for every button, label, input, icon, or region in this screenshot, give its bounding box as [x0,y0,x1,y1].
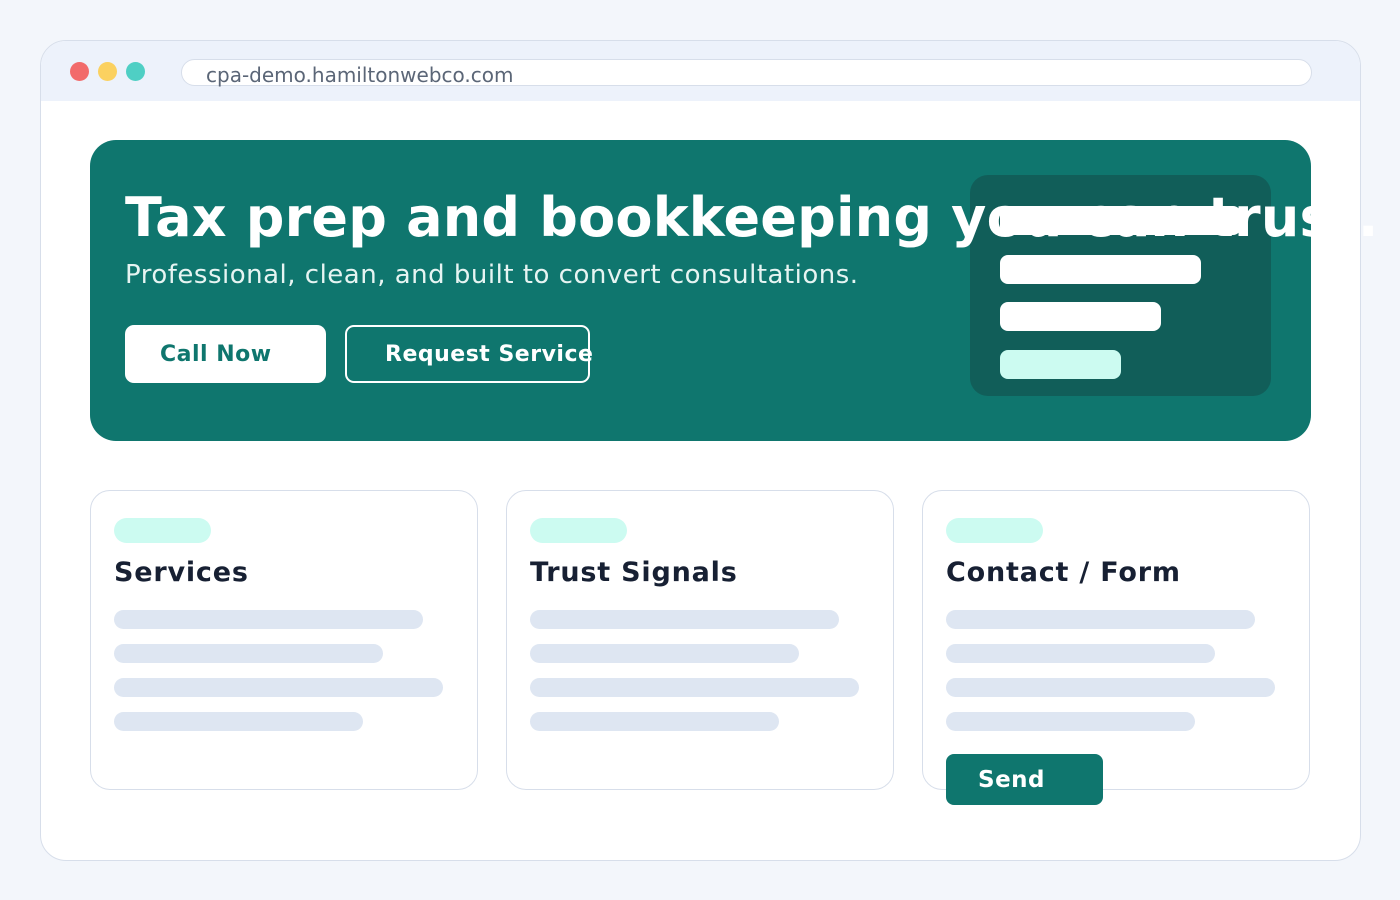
illustration-line [1000,302,1161,331]
placeholder-line [114,712,363,731]
card-tag-pill [946,518,1043,543]
maximize-window-dot[interactable] [126,62,145,81]
browser-titlebar: cpa-demo.hamiltonwebco.com [41,41,1360,101]
form-field-placeholder [946,678,1275,697]
card-tag-pill [114,518,211,543]
request-service-button[interactable]: Request Service [345,325,593,383]
send-button[interactable]: Send [946,754,1103,805]
illustration-line [1000,255,1201,284]
placeholder-line [114,644,383,663]
placeholder-line [530,712,779,731]
card-title: Trust Signals [530,557,738,588]
form-field-placeholder [946,644,1215,663]
placeholder-line [530,644,799,663]
form-field-placeholder [946,712,1195,731]
address-bar[interactable]: cpa-demo.hamiltonwebco.com [181,59,1312,87]
illustration-accent-line [1000,350,1121,379]
placeholder-line [114,678,443,697]
hero-title: Tax prep and bookkeeping you can trust. [125,186,1379,249]
card-title: Contact / Form [946,557,1181,588]
url-text: cpa-demo.hamiltonwebco.com [206,63,514,87]
form-field-placeholder [946,610,1255,629]
card-tag-pill [530,518,627,543]
call-now-button[interactable]: Call Now [125,325,326,383]
hero-section: Tax prep and bookkeeping you can trust. … [90,140,1378,441]
card-title: Services [114,557,249,588]
close-window-dot[interactable] [70,62,89,81]
minimize-window-dot[interactable] [98,62,117,81]
hero-subtitle: Professional, clean, and built to conver… [125,260,859,290]
placeholder-line [530,610,839,629]
services-card: Services [90,490,478,790]
placeholder-line [114,610,423,629]
trust-signals-card: Trust Signals [506,490,894,790]
placeholder-line [530,678,859,697]
contact-form-card: Contact / Form [922,490,1310,790]
